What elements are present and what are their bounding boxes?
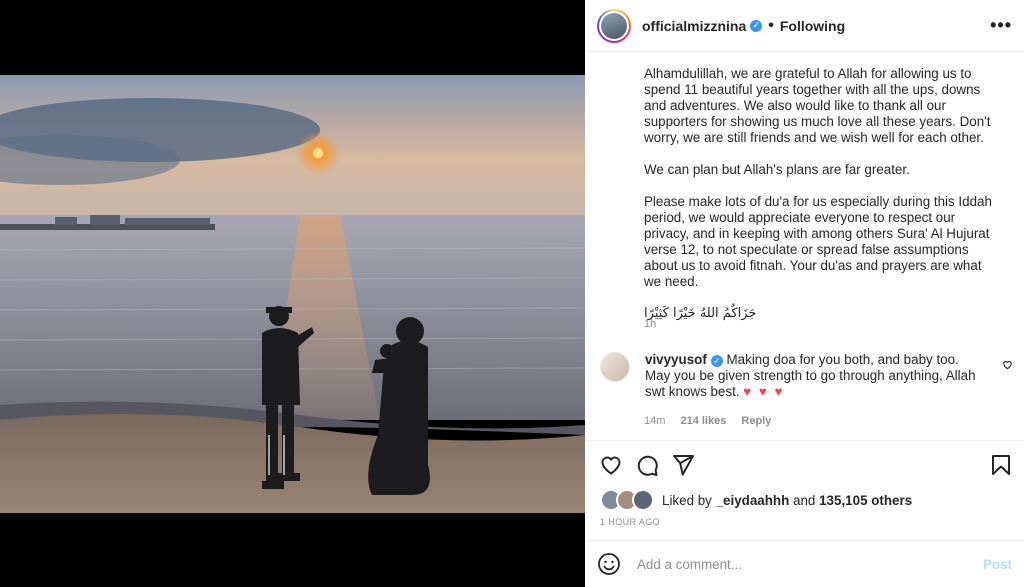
post-caption: Alhamdulillah, we are grateful to Allah … xyxy=(644,66,994,338)
comment-item: vivyyusof ✓ Making doa for you both, and … xyxy=(600,352,1010,400)
comment-likes[interactable]: 214 likes xyxy=(680,415,726,427)
comment-like-heart-icon[interactable] xyxy=(1002,359,1013,370)
commenter-username[interactable]: vivyyusof xyxy=(645,352,707,367)
following-button[interactable]: Following xyxy=(780,18,845,34)
verified-icon: ✓ xyxy=(710,355,723,367)
liked-by-and: and xyxy=(793,492,816,508)
separator-dot: • xyxy=(768,16,774,34)
verified-icon: ✓ xyxy=(750,19,763,32)
add-comment-bar: Post xyxy=(585,540,1024,587)
heart-icon[interactable] xyxy=(599,453,623,477)
caption-timestamp[interactable]: 1h xyxy=(644,318,656,330)
comment-input[interactable] xyxy=(635,555,983,573)
post-details-panel: officialmizznina ✓ • Following ••• Alham… xyxy=(585,0,1024,587)
more-icon[interactable]: ••• xyxy=(990,15,1012,36)
author-username[interactable]: officialmizznina xyxy=(642,18,746,34)
post-photo[interactable] xyxy=(0,0,585,587)
reply-button[interactable]: Reply xyxy=(741,415,771,427)
beach-sunset-photo xyxy=(0,75,585,513)
liker-avatar[interactable] xyxy=(632,489,654,511)
avatar-inner xyxy=(599,10,629,41)
liked-by-prefix: Liked by xyxy=(662,492,712,508)
liked-by-user[interactable]: _eiydaahhh xyxy=(716,493,790,508)
caption-paragraph: Please make lots of du'a for us especial… xyxy=(644,194,992,289)
action-bar xyxy=(585,440,1024,486)
caption-paragraph: Alhamdulillah, we are grateful to Allah … xyxy=(644,66,991,145)
instagram-post-view: officialmizznina ✓ • Following ••• Alham… xyxy=(0,0,1024,587)
likes-text: Liked by _eiydaahhh and 135,105 others xyxy=(662,493,912,508)
share-icon[interactable] xyxy=(671,453,695,477)
post-header: officialmizznina ✓ • Following ••• xyxy=(585,0,1024,52)
comment-hearts: ♥ ♥ ♥ xyxy=(743,384,785,399)
avatar-image xyxy=(601,12,627,39)
comment-meta: 14m 214 likes Reply xyxy=(644,415,783,427)
comment-body: vivyyusof ✓ Making doa for you both, and … xyxy=(645,352,980,400)
post-comment-button[interactable]: Post xyxy=(983,557,1012,572)
commenter-avatar[interactable] xyxy=(600,352,630,382)
emoji-icon[interactable] xyxy=(597,552,621,576)
comment-time[interactable]: 14m xyxy=(644,415,665,427)
author-avatar[interactable] xyxy=(597,8,631,43)
liked-by-others[interactable]: 135,105 others xyxy=(819,493,912,508)
likes-summary: Liked by _eiydaahhh and 135,105 others xyxy=(600,489,912,511)
liker-avatars xyxy=(600,489,654,511)
bookmark-icon[interactable] xyxy=(990,453,1012,477)
comment-icon[interactable] xyxy=(635,453,659,477)
caption-paragraph: We can plan but Allah's plans are far gr… xyxy=(644,162,910,177)
caption-arabic: جَزَاكُمُ اللهُ خَيْرًا كَثِيْرًا xyxy=(644,306,757,321)
post-timestamp[interactable]: 1 HOUR AGO xyxy=(600,517,660,527)
